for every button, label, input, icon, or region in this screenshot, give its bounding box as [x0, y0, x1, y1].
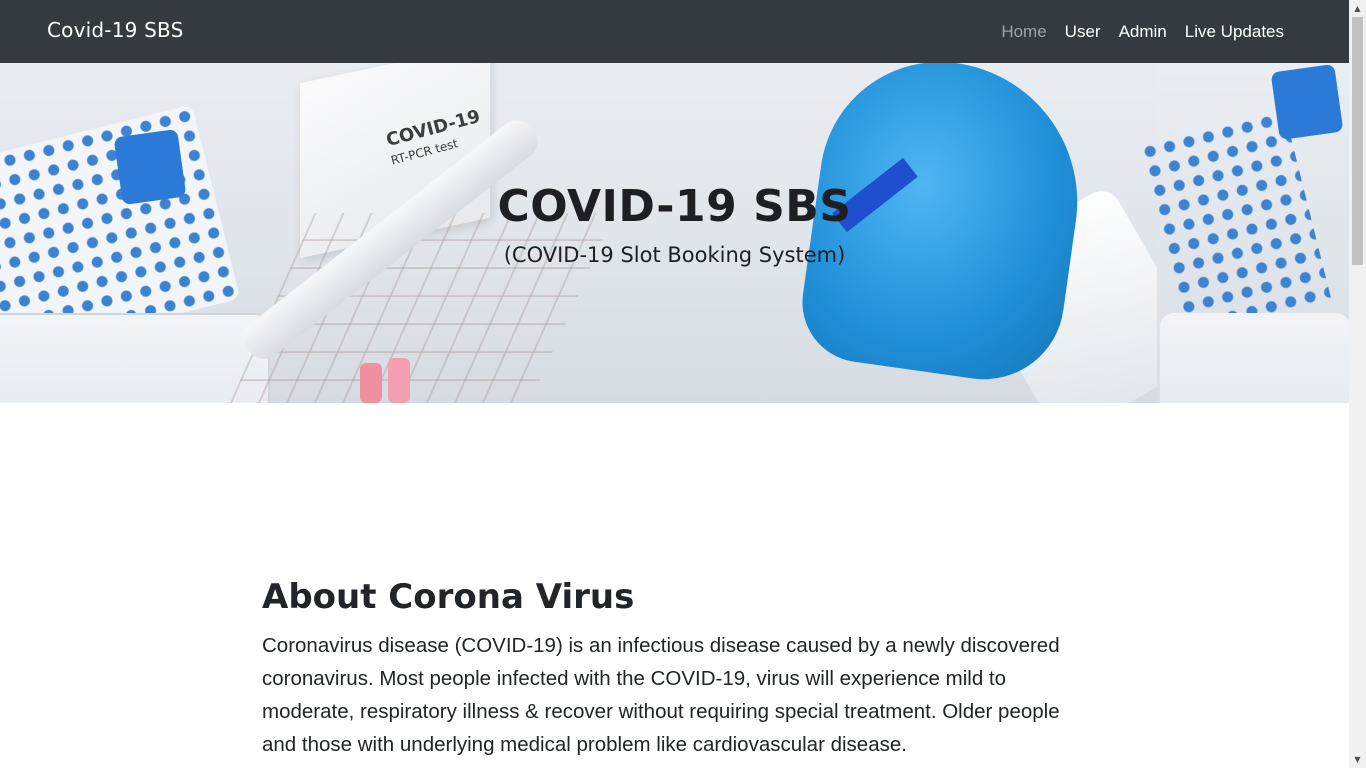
nav-links: Home User Admin Live Updates: [992, 19, 1293, 45]
scrollbar-thumb[interactable]: [1352, 17, 1363, 265]
sample-tube-image: [388, 358, 410, 403]
top-navbar: Covid-19 SBS Home User Admin Live Update…: [0, 0, 1349, 63]
hero-title: COVID-19 SBS: [497, 181, 852, 232]
ice-box-image: [0, 313, 270, 403]
nav-link-live-updates[interactable]: Live Updates: [1176, 19, 1293, 45]
about-section: About Corona Virus Coronavirus disease (…: [262, 575, 1092, 761]
blue-cube-image: [1270, 63, 1344, 141]
brand-link[interactable]: Covid-19 SBS: [47, 18, 183, 42]
ice-box-image: [1160, 313, 1349, 403]
vertical-scrollbar[interactable]: ▲ ▼: [1349, 0, 1366, 768]
triangle-up-icon[interactable]: ▲: [1349, 0, 1366, 17]
hero-subtitle: (COVID-19 Slot Booking System): [503, 243, 846, 267]
about-text: Coronavirus disease (COVID-19) is an inf…: [262, 634, 1060, 756]
nav-link-user[interactable]: User: [1056, 19, 1110, 45]
about-heading: About Corona Virus: [262, 577, 635, 617]
nav-link-admin[interactable]: Admin: [1110, 19, 1176, 45]
hero-banner: COVID-19 RT-PCR test COVID-19 SBS (COVID…: [0, 63, 1349, 403]
nav-link-home[interactable]: Home: [992, 19, 1055, 45]
sample-tube-image: [360, 363, 382, 403]
triangle-down-icon[interactable]: ▼: [1349, 751, 1366, 768]
